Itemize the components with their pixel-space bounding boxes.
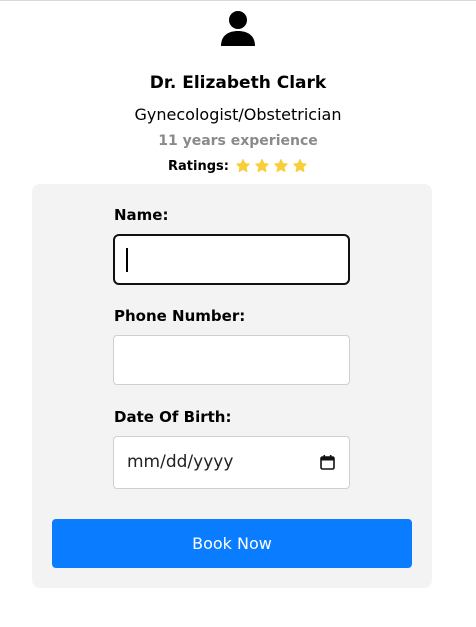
text-caret — [126, 248, 128, 272]
star-icon — [236, 158, 250, 173]
avatar-container — [0, 10, 476, 46]
star-icon — [293, 158, 307, 173]
ratings-label: Ratings: — [168, 158, 229, 174]
ratings-row: Ratings: — [0, 158, 476, 174]
doctor-name: Dr. Elizabeth Clark — [149, 73, 327, 93]
dob-input[interactable]: mm/dd/yyyy — [113, 436, 350, 489]
user-icon — [220, 10, 256, 46]
doctor-specialty: Gynecologist/Obstetrician — [134, 105, 342, 124]
name-label: Name: — [114, 206, 169, 224]
book-now-button[interactable]: Book Now — [52, 519, 412, 568]
name-input[interactable] — [113, 234, 350, 285]
dob-label: Date Of Birth: — [114, 408, 232, 426]
booking-form: Name: Phone Number: Date Of Birth: mm/dd… — [32, 184, 432, 588]
star-icon — [255, 158, 269, 173]
calendar-icon[interactable] — [320, 455, 335, 474]
phone-label: Phone Number: — [114, 307, 246, 325]
star-icon — [274, 158, 288, 173]
doctor-experience: 11 years experience — [158, 133, 318, 149]
phone-input[interactable] — [113, 335, 350, 385]
dob-placeholder: mm/dd/yyyy — [127, 452, 234, 472]
rating-stars — [235, 158, 308, 174]
